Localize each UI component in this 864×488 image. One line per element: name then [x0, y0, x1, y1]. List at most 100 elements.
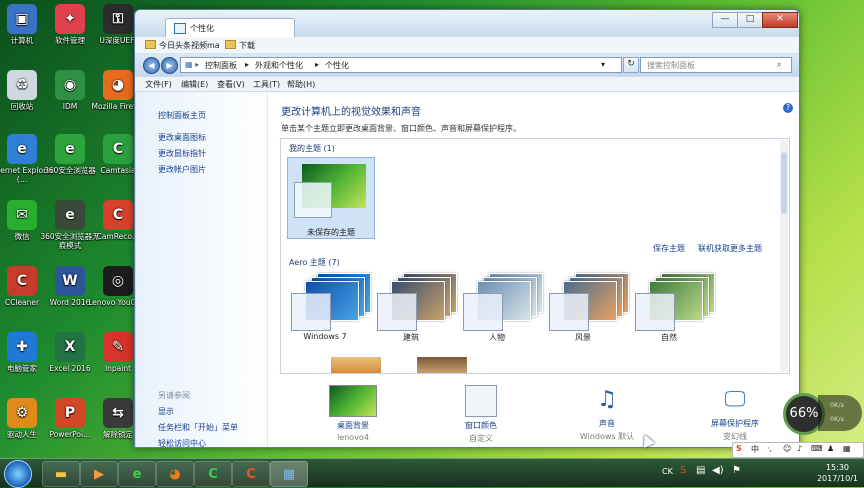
window-color-swatch	[291, 293, 331, 331]
taskbar-camtasia[interactable]: C	[194, 461, 232, 487]
aero-theme-item[interactable]: 建筑	[371, 269, 457, 343]
youcam-icon: ◎	[103, 266, 133, 296]
ie-icon: e	[7, 134, 37, 164]
punctuation-icon[interactable]: ·,	[767, 444, 772, 453]
help-icon[interactable]: ?	[783, 103, 793, 113]
link-display[interactable]: 显示	[158, 406, 174, 417]
scrollbar[interactable]	[780, 140, 788, 372]
clock[interactable]: 15:30 2017/10/1	[817, 462, 858, 484]
aero-theme-item[interactable]: 人物	[457, 269, 543, 343]
address-bar[interactable]: ▦ ▸ 控制面板 ▸ 外观和个性化 ▸ 个性化 ▾	[180, 57, 622, 73]
taskbar-control-panel[interactable]: ▦	[270, 461, 308, 487]
aero-theme-item[interactable]: 风景	[543, 269, 629, 343]
taskbar-firefox[interactable]: ◕	[156, 461, 194, 487]
control-panel-icon: ▦ ▸	[185, 60, 200, 69]
taskbar-media-player[interactable]: ▶	[80, 461, 118, 487]
usb-icon: ⚿	[103, 4, 133, 34]
setting-value: 自定义	[469, 434, 493, 443]
aero-theme-item[interactable]: Windows 7	[285, 269, 371, 341]
tab-title: 个性化	[190, 24, 214, 33]
link-ease-of-access[interactable]: 轻松访问中心	[158, 438, 206, 449]
menu-view[interactable]: 查看(V)	[217, 79, 245, 90]
save-theme-link[interactable]: 保存主题	[653, 243, 685, 254]
link-change-account-picture[interactable]: 更改帐户图片	[158, 164, 206, 175]
theme-unsaved[interactable]: 未保存的主题	[287, 157, 375, 239]
window-color-swatch	[635, 293, 675, 331]
taskbar-camrecorder[interactable]: C	[232, 461, 270, 487]
sound-setting[interactable]: ♫ 声音 Windows 默认	[562, 385, 652, 442]
page-subtitle: 单击某个主题立即更改桌面背景、窗口颜色、声音和屏幕保护程序。	[281, 124, 521, 133]
page-title: 更改计算机上的视觉效果和声音	[281, 107, 421, 118]
tab-personalization[interactable]: 个性化	[165, 18, 295, 37]
forward-button[interactable]: ▶	[161, 57, 178, 74]
desktop-background-setting[interactable]: 桌面背景 lenovo4	[308, 385, 398, 442]
folder-icon	[145, 40, 156, 49]
start-button[interactable]	[4, 460, 32, 488]
window-color-swatch	[463, 293, 503, 331]
menu-file[interactable]: 文件(F)	[145, 79, 172, 90]
taskbar-360-browser[interactable]: e	[118, 461, 156, 487]
aero-theme-item[interactable]: 自然	[629, 269, 715, 343]
close-button[interactable]: ✕	[762, 12, 798, 28]
link-change-desktop-icons[interactable]: 更改桌面图标	[158, 132, 206, 143]
keyboard-icon[interactable]: ⌨	[811, 444, 823, 453]
aero-themes-header: Aero 主题 (7)	[289, 258, 340, 267]
breadcrumb-appearance[interactable]: 外观和个性化	[255, 60, 303, 71]
get-more-themes-link[interactable]: 联机获取更多主题	[698, 243, 762, 254]
tray-network-icon[interactable]: ▤	[696, 465, 705, 476]
ime-toolbar[interactable]: S 中 ·, ☺ ♪ ⌨ ♟ ▦	[732, 442, 864, 458]
ime-mode[interactable]: 中	[751, 444, 759, 455]
window-color-setting[interactable]: 窗口颜色 自定义	[436, 385, 526, 444]
theme-thumbnail-partial	[417, 357, 467, 373]
refresh-icon[interactable]: ↻	[623, 57, 639, 73]
link-control-panel-home[interactable]: 控制面板主页	[158, 110, 206, 121]
microphone-icon[interactable]: ♪	[797, 444, 802, 453]
window-color-swatch	[549, 293, 589, 331]
link-change-mouse-pointers[interactable]: 更改鼠标指针	[158, 148, 206, 159]
menu-edit[interactable]: 编辑(E)	[181, 79, 208, 90]
taskbar: ▬ ▶ e ◕ C C ▦ CK S ▤ ◀) ⚑ 15:30 2017/10/…	[0, 458, 864, 488]
minimize-button[interactable]: —	[712, 12, 738, 28]
recycle-bin-icon: ♻	[7, 70, 37, 100]
emoji-icon[interactable]: ☺	[783, 444, 791, 453]
setting-label: 桌面背景	[337, 421, 369, 430]
breadcrumb-control-panel[interactable]: 控制面板	[205, 60, 237, 71]
skin-icon[interactable]: ▦	[843, 444, 851, 453]
bookmark-item[interactable]: 今日头条视频ma	[145, 40, 220, 51]
back-button[interactable]: ◀	[143, 57, 160, 74]
firefox-icon: ◕	[103, 70, 133, 100]
breadcrumb-personalization[interactable]: 个性化	[325, 60, 349, 71]
link-taskbar-start-menu[interactable]: 任务栏和「开始」菜单	[158, 422, 238, 433]
user-icon[interactable]: ♟	[827, 444, 834, 453]
sogou-icon[interactable]: S	[736, 444, 742, 453]
inpaint-icon: ✎	[103, 332, 133, 362]
language-indicator[interactable]: CK	[662, 467, 673, 476]
search-icon[interactable]: ⌕	[777, 60, 781, 70]
theme-thumbnail-partial	[331, 357, 381, 373]
scrollbar-thumb[interactable]	[781, 152, 787, 214]
menu-tools[interactable]: 工具(T)	[253, 79, 280, 90]
tray-flag-icon[interactable]: ⚑	[732, 465, 741, 476]
clock-time: 15:30	[825, 463, 850, 472]
bookmark-item[interactable]: 下载	[225, 40, 255, 51]
unlock-arrows-icon: ⇆	[103, 398, 133, 428]
tray-sogou-icon[interactable]: S	[680, 465, 686, 476]
folder-icon	[225, 40, 236, 49]
dropdown-icon[interactable]: ▾	[601, 60, 605, 69]
taskbar-explorer[interactable]: ▬	[42, 461, 80, 487]
menu-help[interactable]: 帮助(H)	[287, 79, 315, 90]
tray-volume-icon[interactable]: ◀)	[712, 465, 724, 476]
my-themes-header: 我的主题 (1)	[289, 144, 335, 153]
navigation-bar: ◀ ▶ ▦ ▸ 控制面板 ▸ 外观和个性化 ▸ 个性化 ▾ ↻ 搜索控制面板 ⌕	[135, 54, 799, 76]
window-color-swatch	[294, 182, 332, 218]
sound-icon: ♫	[597, 387, 617, 412]
search-field[interactable]: 搜索控制面板 ⌕	[640, 57, 792, 73]
title-bar: 个性化 — □ ✕	[135, 10, 799, 37]
theme-label: 建筑	[403, 333, 419, 342]
desktop-background-icon	[329, 385, 377, 417]
screensaver-setting[interactable]: 🖵 屏幕保护程序 变幻线	[690, 385, 780, 442]
driver-icon: ⚙	[7, 398, 37, 428]
theme-thumbnail	[289, 269, 371, 331]
maximize-button[interactable]: □	[737, 12, 763, 28]
theme-thumbnail	[633, 269, 715, 331]
